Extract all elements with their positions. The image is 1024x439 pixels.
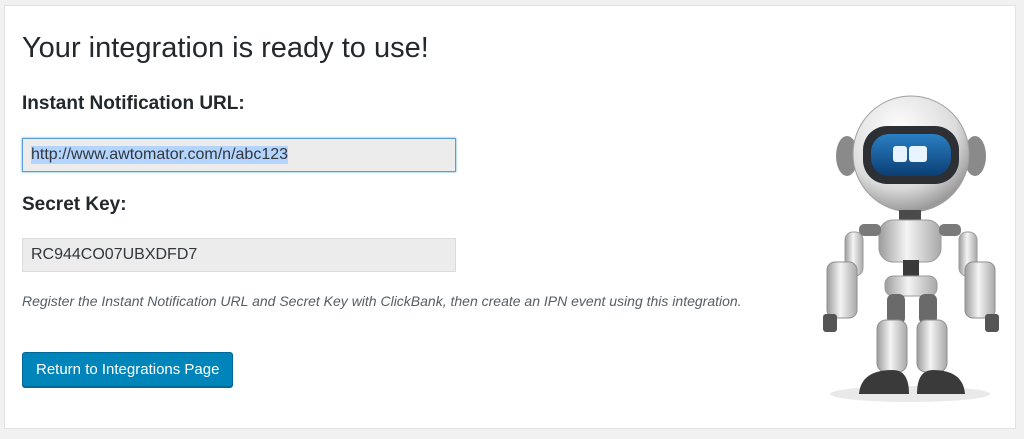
robot-mascot-image [823,95,999,402]
secret-key-field[interactable] [22,238,456,272]
secret-key-label: Secret Key: [22,194,127,215]
return-to-integrations-button[interactable]: Return to Integrations Page [22,352,234,387]
page-title: Your integration is ready to use! [22,32,429,64]
integration-ready-panel: Your integration is ready to use! Instan… [4,5,1016,429]
notification-url-field[interactable] [22,138,456,172]
integration-instructions: Register the Instant Notification URL an… [22,293,742,309]
notification-url-label: Instant Notification URL: [22,93,245,114]
